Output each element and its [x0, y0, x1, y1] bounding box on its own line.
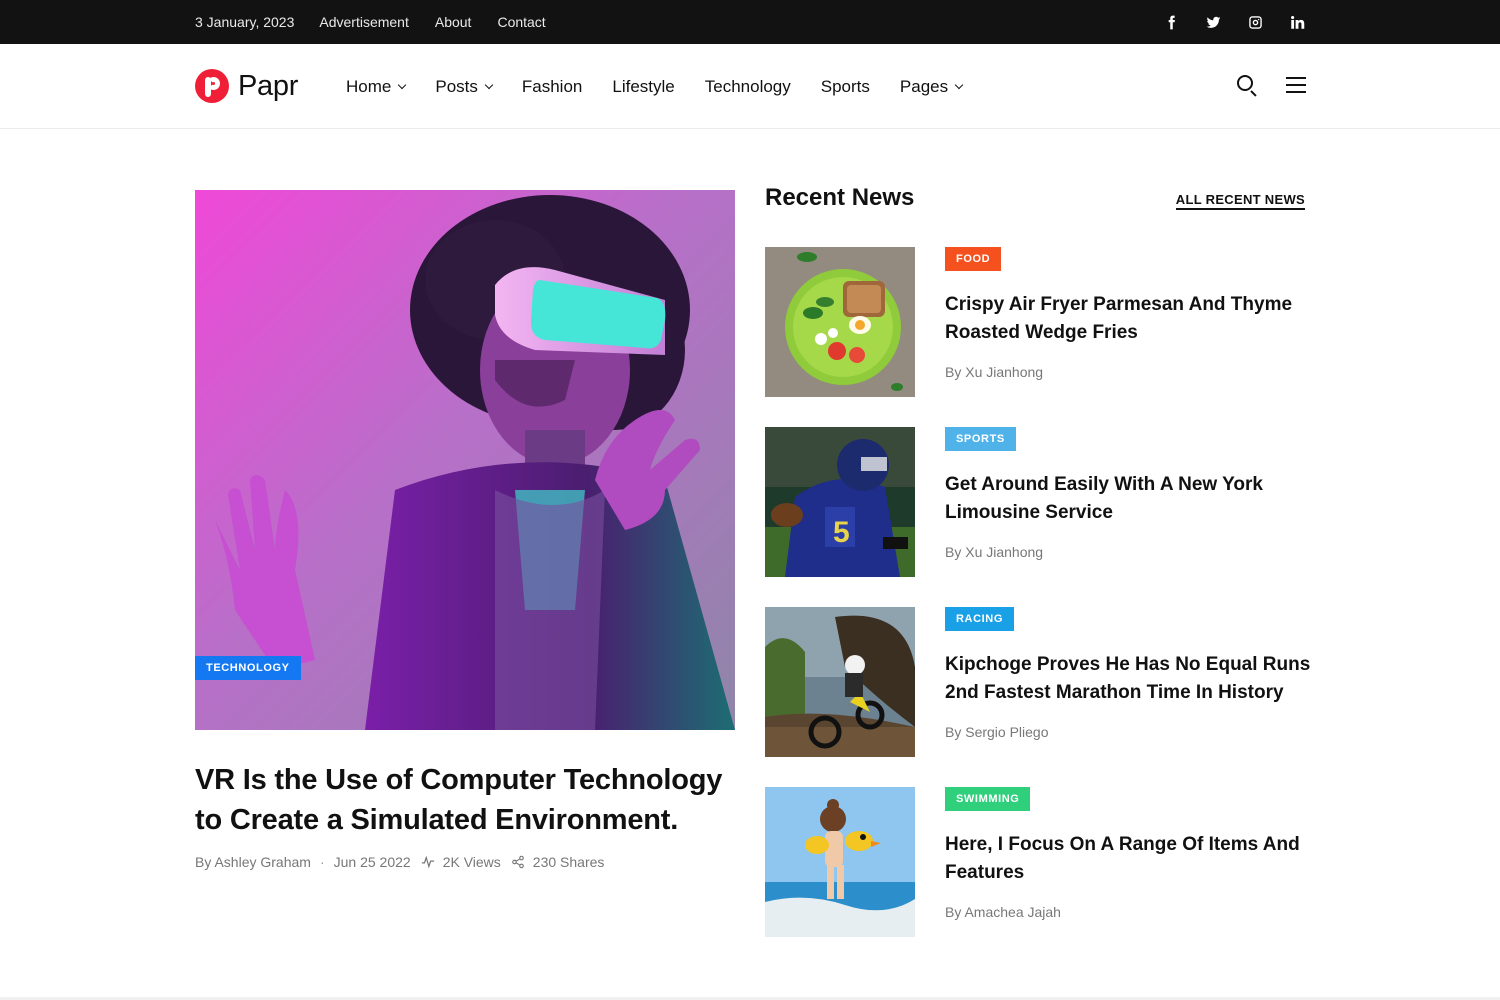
top-link-about[interactable]: About	[435, 14, 472, 30]
news-title[interactable]: Here, I Focus On A Range Of Items And Fe…	[945, 831, 1315, 887]
featured-author[interactable]: By Ashley Graham	[195, 854, 311, 870]
news-category-badge[interactable]: SWIMMING	[945, 787, 1031, 811]
share-icon	[511, 855, 524, 869]
news-thumbnail-sports[interactable]: 5	[765, 427, 915, 577]
search-icon[interactable]	[1236, 74, 1258, 97]
all-recent-news-link[interactable]: ALL RECENT NEWS	[1175, 192, 1305, 210]
chevron-down-icon	[954, 80, 964, 89]
news-category-badge[interactable]: FOOD	[945, 247, 1002, 271]
news-category-badge[interactable]: RACING	[945, 607, 1014, 631]
twitter-icon[interactable]	[1205, 14, 1221, 30]
news-thumbnail-swimming[interactable]	[765, 787, 915, 937]
main-nav: Home Posts Fashion Lifestyle Technology …	[346, 44, 992, 129]
top-date: 3 January, 2023	[195, 14, 295, 30]
nav-item-technology[interactable]: Technology	[705, 77, 791, 97]
news-item: SWIMMING Here, I Focus On A Range Of Ite…	[765, 787, 1305, 937]
news-item: 5 SPORTS Get Around Easily With A New Yo…	[765, 427, 1305, 577]
news-author[interactable]: By Xu Jianhong	[945, 364, 1043, 380]
featured-category-badge[interactable]: TECHNOLOGY	[195, 656, 301, 680]
top-link-contact[interactable]: Contact	[497, 14, 545, 30]
recent-news-heading: Recent News	[765, 184, 915, 211]
featured-meta: By Ashley Graham · Jun 25 2022 2K Views …	[195, 854, 604, 870]
nav-item-pages[interactable]: Pages	[899, 76, 964, 97]
chevron-down-icon	[484, 80, 494, 89]
svg-text:5: 5	[833, 516, 850, 549]
nav-item-lifestyle[interactable]: Lifestyle	[612, 77, 674, 97]
logo-mark-icon	[195, 69, 229, 103]
featured-views: 2K Views	[442, 854, 501, 870]
nav-label: Pages	[899, 76, 949, 96]
nav-label: Lifestyle	[612, 76, 675, 96]
news-thumbnail-racing[interactable]	[765, 607, 915, 757]
news-title[interactable]: Crispy Air Fryer Parmesan And Thyme Roas…	[945, 291, 1315, 347]
top-bar: 3 January, 2023 Advertisement About Cont…	[0, 0, 1500, 44]
featured-shares: 230 Shares	[532, 854, 605, 870]
news-title[interactable]: Kipchoge Proves He Has No Equal Runs 2nd…	[945, 651, 1315, 707]
facebook-icon[interactable]	[1163, 14, 1179, 30]
news-author[interactable]: By Amachea Jajah	[945, 904, 1061, 920]
featured-title[interactable]: VR Is the Use of Computer Technology to …	[195, 760, 755, 840]
news-category-badge[interactable]: SPORTS	[945, 427, 1016, 451]
instagram-icon[interactable]	[1247, 14, 1263, 30]
featured-date: Jun 25 2022	[333, 854, 411, 870]
news-title[interactable]: Get Around Easily With A New York Limous…	[945, 471, 1315, 527]
main-header: Papr Home Posts Fashion Lifestyle Techno…	[0, 44, 1500, 129]
featured-image[interactable]	[195, 190, 735, 730]
nav-label: Technology	[704, 76, 791, 96]
activity-icon	[421, 855, 434, 869]
news-author[interactable]: By Xu Jianhong	[945, 544, 1043, 560]
news-item: RACING Kipchoge Proves He Has No Equal R…	[765, 607, 1310, 757]
chevron-down-icon	[398, 80, 407, 89]
nav-label: Fashion	[521, 76, 583, 96]
nav-item-sports[interactable]: Sports	[821, 77, 870, 97]
nav-label: Home	[346, 76, 392, 96]
site-logo[interactable]: Papr	[195, 69, 298, 103]
nav-item-posts[interactable]: Posts	[435, 76, 494, 97]
hamburger-menu-icon[interactable]	[1286, 76, 1306, 94]
news-author[interactable]: By Sergio Pliego	[945, 724, 1049, 740]
nav-item-home[interactable]: Home	[346, 76, 407, 97]
news-item: FOOD Crispy Air Fryer Parmesan And Thyme…	[765, 247, 1305, 397]
news-thumbnail-food[interactable]	[765, 247, 915, 397]
nav-item-fashion[interactable]: Fashion	[522, 77, 582, 97]
top-link-advertisement[interactable]: Advertisement	[319, 14, 408, 30]
meta-separator: ·	[319, 854, 325, 870]
linkedin-icon[interactable]	[1289, 14, 1305, 30]
nav-label: Sports	[820, 76, 870, 96]
logo-text: Papr	[238, 69, 299, 102]
nav-label: Posts	[435, 76, 478, 96]
